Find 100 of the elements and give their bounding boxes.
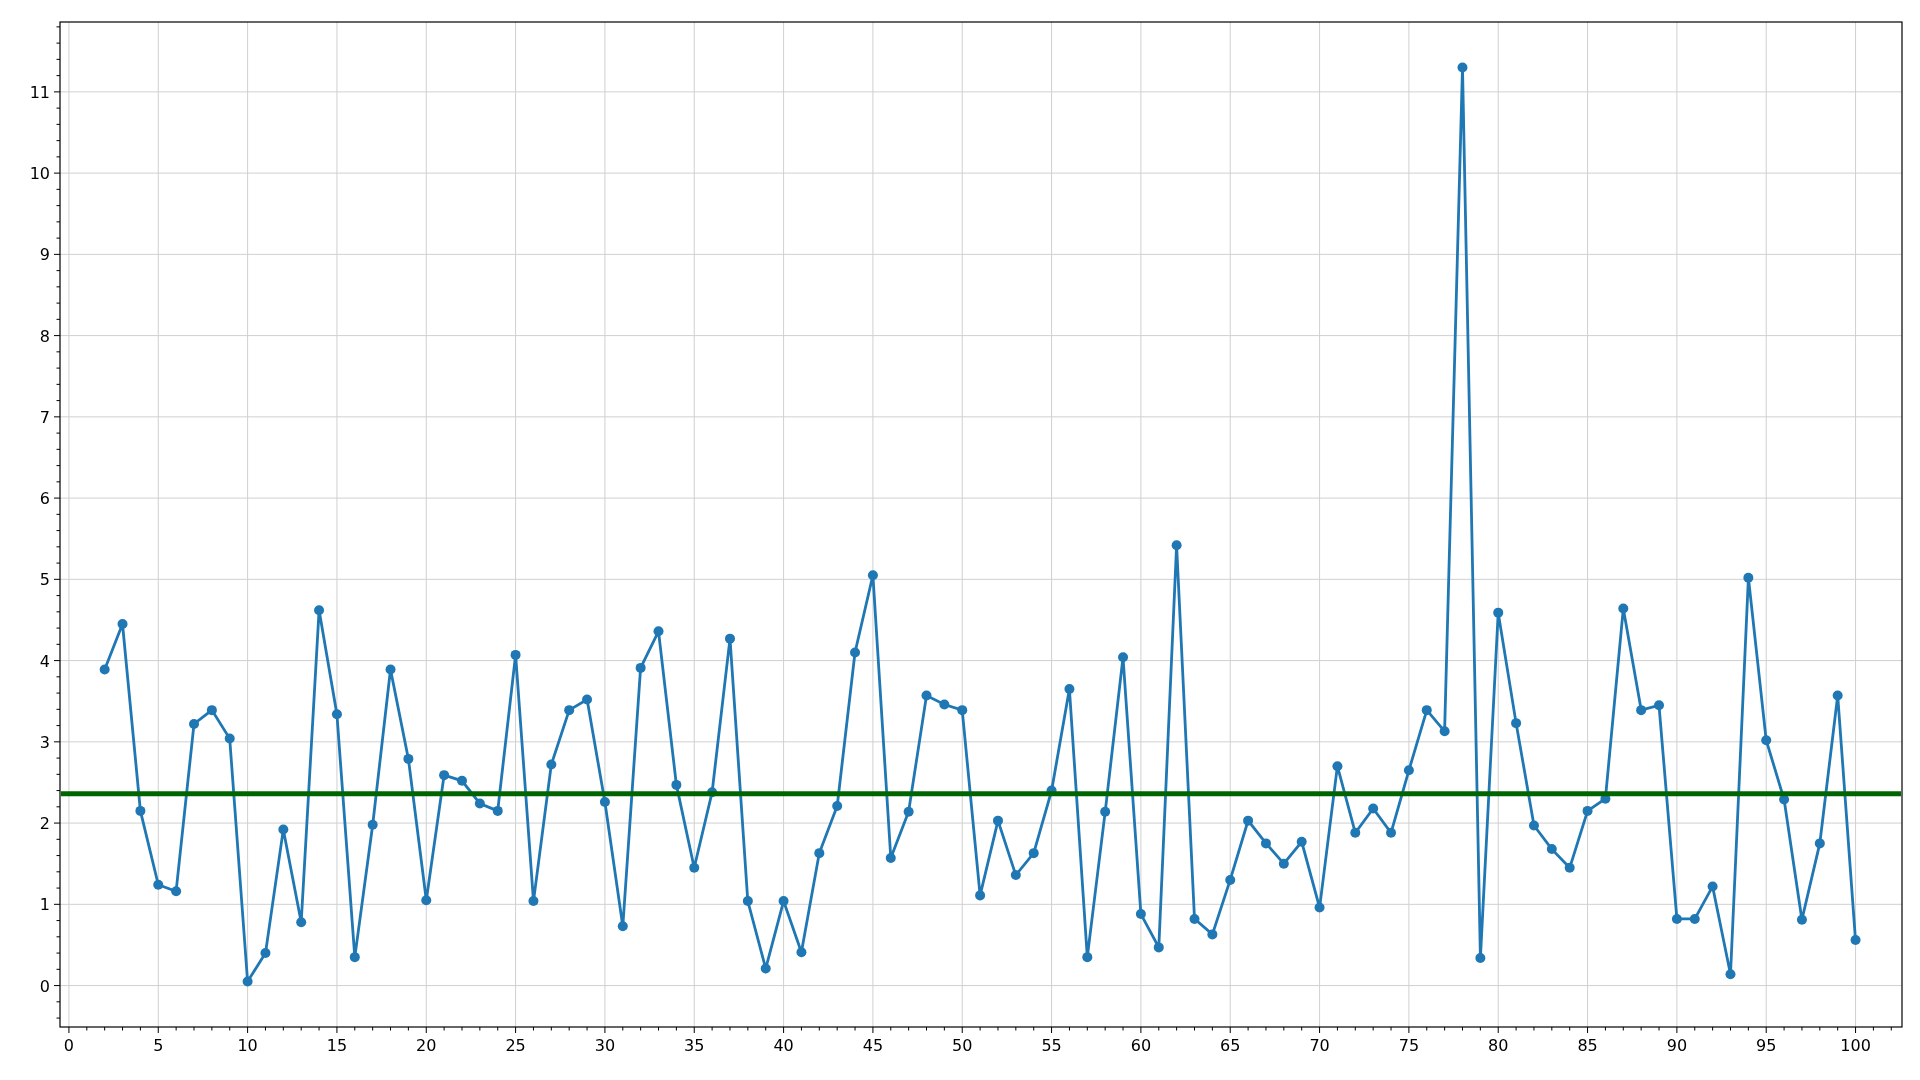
data-point [296, 917, 307, 928]
tick-label: 70 [1309, 1036, 1330, 1055]
data-point [1135, 909, 1146, 920]
tick-label: 100 [1840, 1036, 1871, 1055]
data-point [510, 649, 521, 660]
data-point [1028, 848, 1039, 859]
data-point [1314, 902, 1325, 913]
tick-label: 65 [1220, 1036, 1241, 1055]
tick-label: 10 [29, 164, 50, 184]
data-point [689, 862, 700, 873]
data-point [1493, 607, 1504, 618]
data-point [814, 848, 825, 859]
data-point [1064, 684, 1075, 694]
data-point [1082, 952, 1093, 963]
data-point [975, 890, 986, 901]
data-point [1743, 572, 1754, 583]
data-point [957, 705, 968, 716]
tick-label: 20 [416, 1036, 437, 1055]
data-point [992, 815, 1003, 826]
data-point [1511, 718, 1522, 729]
tick-label: 3 [39, 732, 50, 752]
data-point [1564, 862, 1575, 873]
data-point [1582, 805, 1593, 816]
data-point [278, 824, 289, 835]
tick-label: 15 [326, 1036, 348, 1055]
data-point [1618, 603, 1629, 614]
data-point [939, 699, 950, 710]
data-point [189, 718, 199, 729]
data-point [599, 796, 610, 807]
data-point [742, 896, 753, 907]
data-point [153, 879, 164, 890]
data-point [1546, 844, 1557, 855]
data-point [528, 896, 539, 907]
data-point [867, 570, 878, 581]
data-point [885, 853, 896, 863]
data-point [1421, 705, 1432, 716]
data-point [582, 694, 593, 705]
data-point [725, 633, 735, 644]
data-point [1850, 935, 1861, 946]
tick-label: 80 [1488, 1036, 1509, 1055]
data-point [474, 798, 485, 809]
data-point [796, 947, 807, 958]
data-point [1260, 838, 1271, 849]
data-point [1225, 874, 1236, 885]
data-point [832, 801, 843, 811]
tick-label: 7 [39, 407, 50, 427]
tick-label: 6 [39, 489, 50, 509]
data-point [1779, 794, 1790, 805]
data-point [331, 709, 342, 720]
data-point [385, 664, 396, 675]
tick-label: 9 [39, 245, 50, 265]
data-point [635, 662, 646, 673]
data-point [403, 753, 414, 764]
data-point [1368, 803, 1379, 814]
data-point [1350, 827, 1361, 838]
data-point [224, 733, 235, 744]
data-point [171, 886, 182, 897]
data-point [617, 921, 628, 932]
data-point [1457, 62, 1468, 73]
data-point [1475, 952, 1486, 963]
data-point [1439, 726, 1450, 737]
data-point [421, 895, 432, 906]
tick-label: 10 [237, 1036, 258, 1055]
tick-label: 60 [1130, 1036, 1152, 1055]
data-point [1207, 929, 1218, 940]
data-point [778, 896, 789, 907]
data-point [903, 806, 914, 817]
data-point [1243, 815, 1254, 826]
tick-label: 50 [952, 1036, 973, 1055]
data-point [1171, 540, 1182, 551]
data-point [850, 647, 861, 658]
data-point [653, 626, 664, 637]
data-point [314, 605, 325, 616]
tick-label: 5 [153, 1036, 164, 1055]
tick-label: 85 [1577, 1036, 1598, 1055]
data-point [1332, 761, 1343, 772]
data-point [1118, 652, 1129, 663]
data-point [1796, 914, 1807, 925]
tick-label: 4 [39, 651, 50, 671]
data-point [439, 770, 450, 781]
data-point [260, 948, 271, 959]
tick-label: 45 [862, 1036, 884, 1055]
data-point [1671, 913, 1682, 924]
data-point [1654, 700, 1664, 711]
tick-label: 8 [39, 326, 50, 346]
data-point [671, 779, 682, 790]
tick-label: 5 [39, 570, 50, 590]
data-point [117, 619, 128, 630]
data-point [1832, 690, 1843, 701]
data-point [760, 963, 771, 974]
data-point [242, 976, 253, 987]
data-point [349, 952, 360, 963]
tick-label: 95 [1756, 1036, 1777, 1055]
data-point [206, 705, 217, 716]
data-point [1761, 735, 1772, 746]
data-point [1278, 858, 1289, 869]
tick-label: 0 [39, 976, 50, 996]
data-point [1010, 870, 1021, 881]
tick-label: 35 [684, 1036, 705, 1055]
data-point [1386, 827, 1397, 838]
